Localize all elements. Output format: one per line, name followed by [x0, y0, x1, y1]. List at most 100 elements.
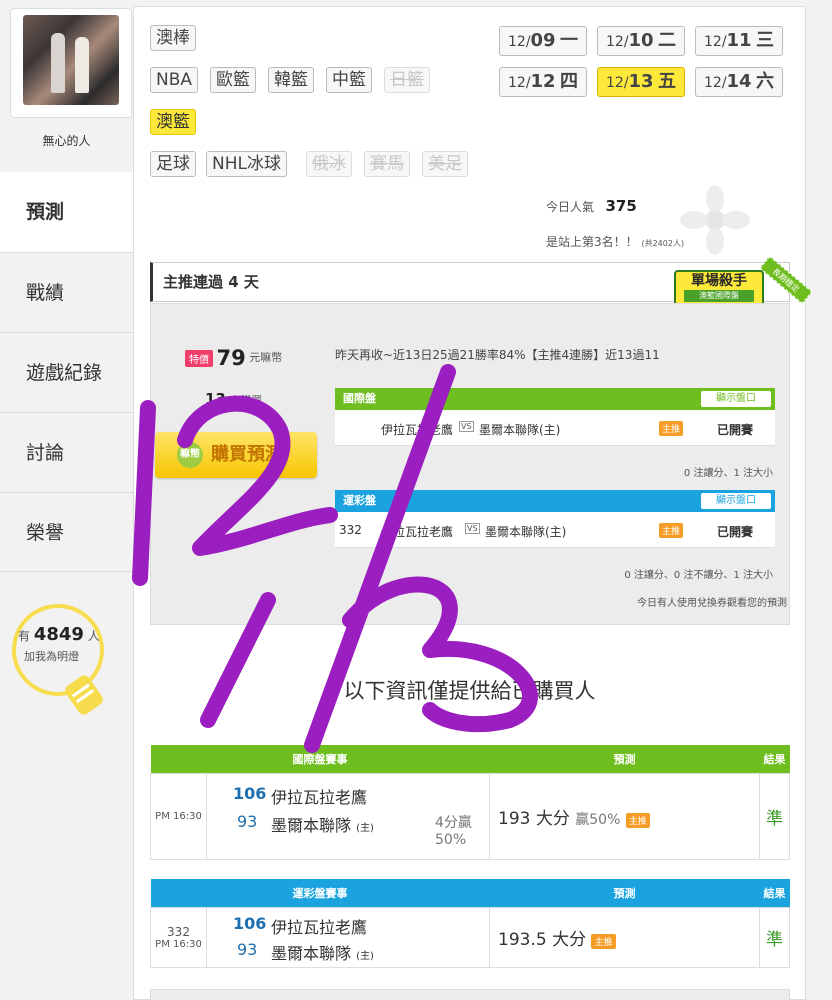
- game-status: 已開賽: [717, 525, 754, 539]
- nav-game-log[interactable]: 遊戲紀錄: [0, 332, 133, 412]
- result-cell: 準: [759, 906, 790, 968]
- fan-count: 有 4849 人: [18, 624, 100, 645]
- home-team-name: 墨爾本聯隊: [271, 815, 352, 835]
- home-team-name: 墨爾本聯隊: [271, 943, 352, 963]
- badge-title: 單場殺手: [691, 273, 747, 289]
- game-status: 已開賽: [717, 423, 754, 437]
- bet-count-note: 0 注讓分、0 注不讓分、1 注大小: [624, 570, 773, 581]
- league-japan-basketball: 日籃: [384, 67, 430, 93]
- date-month: 12/: [704, 34, 727, 50]
- date-weekday: 三: [756, 30, 775, 51]
- date-weekday: 六: [756, 71, 775, 92]
- game-code: 332: [339, 523, 362, 537]
- away-score: 106: [233, 913, 267, 933]
- coin-icon: 嘛幣: [177, 442, 203, 468]
- market-header: 運彩盤 顯示盤口: [335, 490, 775, 512]
- prediction-value: 193 大分: [498, 808, 570, 829]
- date-day: 14: [726, 71, 752, 92]
- main-pick-badge: 主推: [659, 523, 684, 538]
- league-euro-basketball[interactable]: 歐籃: [210, 67, 256, 93]
- buyer-count: 13 人購買: [205, 390, 262, 408]
- league-horse-racing: 賽馬: [364, 151, 410, 177]
- league-china-basketball[interactable]: 中籃: [326, 67, 372, 93]
- rank-text: 是站上第3名！！: [546, 235, 638, 249]
- game-cell: 106 伊拉瓦拉老鷹 93 墨爾本聯隊 (主) 4分贏 50%: [206, 772, 490, 860]
- date-1213[interactable]: 12/13 五: [597, 67, 686, 97]
- table-header: 國際盤賽事 預測 結果: [150, 745, 790, 773]
- nav-discussion[interactable]: 討論: [0, 412, 133, 492]
- buyer-number: 13: [205, 390, 226, 408]
- buy-prediction-button[interactable]: 嘛幣 購買預測: [155, 432, 317, 478]
- show-odds-button[interactable]: 顯示盤口: [701, 493, 771, 509]
- home-tag: (主): [356, 950, 374, 962]
- nav-record[interactable]: 戰績: [0, 252, 133, 332]
- result-cell: 準: [759, 772, 790, 860]
- league-aus-baseball[interactable]: 澳棒: [150, 25, 196, 51]
- table-row: 332 PM 16:30 106 伊拉瓦拉老鷹 93 墨爾本聯隊 (主) 193…: [150, 906, 790, 968]
- prediction-cell: 193 大分 贏50% 主推: [489, 772, 760, 860]
- home-score: 93: [237, 939, 258, 959]
- market-sports-lottery: 運彩盤 顯示盤口 332 伊拉瓦拉老鷹 VS 墨爾本聯隊(主) 主推 已開賽: [335, 490, 775, 548]
- home-team: 墨爾本聯隊 (主): [271, 812, 374, 836]
- main-pick-badge: 主推: [659, 421, 684, 436]
- nav-honor[interactable]: 榮譽: [0, 492, 133, 572]
- market-intl: 國際盤 顯示盤口 伊拉瓦拉老鷹 VS 墨爾本聯隊(主) 主推 已開賽: [335, 388, 775, 446]
- results-table-lottery: 運彩盤賽事 預測 結果 332 PM 16:30 106 伊拉瓦拉老鷹 93 墨…: [150, 879, 790, 968]
- prediction-value: 193.5 大分: [498, 929, 587, 950]
- buy-label: 購買預測: [211, 444, 283, 465]
- date-month: 12/: [606, 75, 629, 91]
- market-name: 運彩盤: [343, 494, 376, 507]
- price: 特價 79 元嘛幣: [185, 346, 282, 370]
- away-team: 伊拉瓦拉老鷹: [271, 917, 368, 937]
- date-1209[interactable]: 12/09 一: [499, 26, 588, 56]
- league-american-football: 美足: [422, 151, 468, 177]
- date-day: 13: [628, 71, 654, 92]
- game-time-value: PM 16:30: [155, 938, 202, 950]
- market-row: 伊拉瓦拉老鷹 VS 墨爾本聯隊(主) 主推 已開賽: [335, 410, 775, 446]
- popularity-value: 375: [605, 197, 637, 215]
- record-summary: 昨天再收~近13日25過21勝率84%【主推4連勝】近13過11: [335, 348, 660, 362]
- date-month: 12/: [704, 75, 727, 91]
- league-korea-basketball[interactable]: 韓籃: [268, 67, 314, 93]
- league-aus-basketball[interactable]: 澳籃: [150, 109, 196, 135]
- home-tag: (主): [356, 822, 374, 834]
- date-day: 10: [628, 30, 654, 51]
- username[interactable]: 無心的人: [0, 132, 133, 149]
- redeem-note: 今日有人使用兌換券觀看您的預測: [637, 598, 787, 609]
- popularity-rank: 是站上第3名！！ (共2402人): [546, 233, 684, 250]
- header-result: 結果: [759, 879, 790, 907]
- date-month: 12/: [508, 34, 531, 50]
- header-pred: 預測: [489, 745, 760, 773]
- home-score: 93: [237, 811, 258, 831]
- popularity-label: 今日人氣: [546, 200, 595, 214]
- home-team: 墨爾本聯隊 (主): [271, 940, 374, 964]
- date-1212[interactable]: 12/12 四: [499, 67, 588, 97]
- main-panel: 澳棒 NBA 歐籃 韓籃 中籃 日籃 澳籃 足球 NHL冰球 俄冰 賽馬 美足 …: [133, 6, 813, 1000]
- league-russia-hockey: 俄冰: [306, 151, 352, 177]
- fan-lightbulb[interactable]: 有 4849 人 加我為明燈: [8, 600, 128, 720]
- league-football[interactable]: 足球: [150, 151, 196, 177]
- date-day: 09: [530, 30, 556, 51]
- nav-predict[interactable]: 預測: [0, 172, 133, 252]
- date-day: 11: [726, 30, 752, 51]
- league-nhl[interactable]: NHL冰球: [206, 151, 287, 177]
- date-day: 12: [530, 71, 556, 92]
- avatar[interactable]: [23, 15, 119, 105]
- header-pred: 預測: [489, 879, 760, 907]
- home-team: 墨爾本聯隊(主): [479, 423, 561, 437]
- date-month: 12/: [508, 75, 531, 91]
- date-1214[interactable]: 12/14 六: [695, 67, 784, 97]
- avatar-card[interactable]: [10, 8, 132, 118]
- date-weekday: 二: [658, 30, 677, 51]
- league-nba[interactable]: NBA: [150, 67, 199, 93]
- date-1211[interactable]: 12/11 三: [695, 26, 784, 56]
- market-row: 332 伊拉瓦拉老鷹 VS 墨爾本聯隊(主) 主推 已開賽: [335, 512, 775, 548]
- rank-total: (共2402人): [641, 239, 685, 248]
- show-odds-button[interactable]: 顯示盤口: [701, 391, 771, 407]
- date-1210[interactable]: 12/10 二: [597, 26, 686, 56]
- popularity-today: 今日人氣 375: [546, 197, 637, 215]
- results-table-intl: 國際盤賽事 預測 結果 PM 16:30 106 伊拉瓦拉老鷹 93 墨爾本聯隊…: [150, 745, 790, 860]
- prediction-extra: 贏50%: [575, 811, 621, 828]
- home-team: 墨爾本聯隊(主): [485, 525, 567, 539]
- follow-link[interactable]: 加我為明燈: [24, 648, 79, 664]
